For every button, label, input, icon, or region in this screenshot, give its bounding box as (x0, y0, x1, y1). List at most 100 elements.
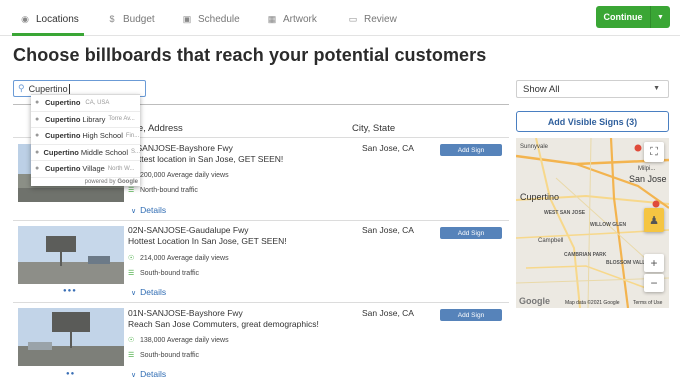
traffic-text: South-bound traffic (140, 351, 200, 359)
details-toggle[interactable]: ∨ Details (131, 205, 166, 215)
billboard-description: Reach San Jose Commuters, great demograp… (128, 319, 319, 329)
secondary-text: S... (130, 149, 140, 156)
billboard-photo[interactable] (18, 226, 124, 284)
details-label: Details (140, 205, 167, 215)
eye-icon: ☉ (128, 255, 135, 262)
map-label-cambrian: CAMBRIAN PARK (564, 252, 607, 258)
map-pin-icon: ● (35, 132, 40, 140)
column-header-city: City, State (352, 123, 396, 134)
map-label-willow-glen: WILLOW GLEN (590, 222, 627, 228)
map-pin-icon: ● (35, 115, 40, 123)
google-brand: Google (117, 178, 138, 185)
add-sign-button[interactable]: Add Sign (440, 227, 502, 239)
chevron-down-icon[interactable]: ▼ (651, 14, 670, 21)
calendar-icon: ▣ (182, 13, 192, 24)
autocomplete-item[interactable]: ● Cupertino Library Torre Av... (31, 112, 140, 128)
street-view-pegman-icon[interactable]: ♟ (644, 208, 664, 232)
billboard-map[interactable]: Sunnyvale Milpi... Cupertino San Jose WE… (516, 138, 669, 308)
autocomplete-item[interactable]: ● Cupertino Village North W... (31, 161, 140, 178)
map-terms-link[interactable]: Terms of Use (633, 300, 662, 306)
autocomplete-item[interactable]: ● Cupertino CA, USA (31, 95, 140, 112)
map-label-west-san-jose: WEST SAN JOSE (544, 210, 586, 216)
autocomplete-item[interactable]: ● Cupertino Middle School S... (31, 145, 140, 161)
powered-by-text: powered by (84, 178, 116, 185)
zoom-in-icon[interactable]: + (644, 254, 664, 272)
billboard-name: 01N-SANJOSE-Bayshore Fwy (128, 308, 243, 318)
chevron-down-icon: ∨ (131, 208, 137, 215)
zoom-out-icon[interactable]: − (644, 274, 664, 292)
traffic-text: North-bound traffic (140, 186, 198, 194)
chevron-down-icon: ∨ (131, 290, 137, 297)
map-label-san-jose: San Jose (629, 174, 667, 184)
views-text: 138,000 Average daily views (140, 336, 229, 344)
map-attribution: Map data ©2021 Google (565, 300, 620, 306)
tab-budget[interactable]: $ Budget (107, 11, 155, 27)
search-autocomplete-dropdown: ● Cupertino CA, USA ● Cupertino Library … (31, 94, 140, 186)
details-toggle[interactable]: ∨ Details (131, 287, 166, 297)
details-label: Details (140, 369, 167, 379)
billboard-name: S-SANJOSE-Bayshore Fwy (128, 143, 233, 153)
map-pin-icon: ● (35, 99, 40, 107)
filter-select[interactable]: Show All ▼ (516, 80, 669, 98)
tab-locations[interactable]: ◉ Locations (20, 11, 79, 27)
match-text: Cupertino (45, 98, 81, 108)
autocomplete-item[interactable]: ● Cupertino High School Fin... (31, 128, 140, 145)
map-pin-icon: ◉ (21, 13, 29, 24)
tab-label: Artwork (283, 13, 317, 25)
divider (13, 220, 509, 221)
secondary-text: Fin... (125, 132, 140, 139)
rest-text: Village (82, 164, 105, 174)
road-icon: ☰ (128, 270, 135, 277)
rest-text: Middle School (80, 147, 128, 157)
secondary-text: North W... (107, 165, 135, 172)
active-tab-indicator (12, 33, 84, 36)
continue-button[interactable]: Continue ▼ (596, 6, 670, 28)
eye-icon: ☉ (128, 337, 135, 344)
add-visible-signs-button[interactable]: Add Visible Signs (3) (516, 111, 669, 132)
city-state: San Jose, CA (362, 225, 414, 235)
secondary-text: CA, USA (85, 99, 110, 106)
details-label: Details (140, 287, 167, 297)
map-label-sunnyvale: Sunnyvale (520, 144, 549, 150)
chevron-down-icon: ▼ (653, 85, 660, 92)
map-pin-icon: ● (35, 165, 40, 173)
filter-selected: Show All (523, 83, 560, 95)
billboard-description: Hottest location in San Jose, GET SEEN! (128, 154, 284, 164)
daily-views: ☉ 200,000 Average daily views (128, 171, 229, 180)
image-icon: ▦ (267, 13, 277, 24)
billboard-photo[interactable] (18, 308, 124, 366)
tab-schedule[interactable]: ▣ Schedule (182, 11, 240, 27)
tab-label: Locations (36, 13, 79, 25)
search-icon: ⚲ (18, 83, 25, 93)
rest-text: High School (82, 131, 123, 141)
match-text: Cupertino (43, 147, 79, 157)
road-icon: ☰ (128, 352, 135, 359)
add-sign-button[interactable]: Add Sign (440, 309, 502, 321)
monitor-icon: ▭ (348, 13, 358, 24)
text-cursor (68, 83, 70, 94)
search-value: Cupertino (28, 83, 68, 94)
tab-label: Budget (123, 13, 155, 25)
tab-label: Review (364, 13, 397, 25)
chevron-down-icon: ∨ (131, 372, 137, 379)
rest-text: Library (82, 114, 106, 124)
details-toggle[interactable]: ∨ Details (131, 369, 166, 379)
tab-review[interactable]: ▭ Review (348, 11, 397, 27)
daily-views: ☉ 138,000 Average daily views (128, 336, 229, 345)
city-state: San Jose, CA (362, 308, 414, 318)
step-tabs: ◉ Locations $ Budget ▣ Schedule ▦ Artwor… (0, 0, 680, 36)
billboard-description: Hottest Location In San Jose, GET SEEN! (128, 236, 287, 246)
billboard-name: 02N-SANJOSE-Gaudalupe Fwy (128, 225, 249, 235)
map-label-campbell: Campbell (538, 238, 564, 244)
photo-carousel-dots[interactable]: ●●● (63, 288, 77, 294)
match-text: Cupertino (45, 114, 81, 124)
divider (13, 302, 509, 303)
photo-carousel-dots[interactable]: ●● (66, 371, 75, 377)
add-sign-button[interactable]: Add Sign (440, 144, 502, 156)
fullscreen-icon[interactable]: ⛶ (644, 142, 664, 162)
dollar-icon: $ (109, 14, 115, 24)
views-text: 214,000 Average daily views (140, 254, 229, 262)
match-text: Cupertino (45, 164, 81, 174)
tab-artwork[interactable]: ▦ Artwork (267, 11, 317, 27)
map-pin-icon: ● (35, 148, 40, 156)
